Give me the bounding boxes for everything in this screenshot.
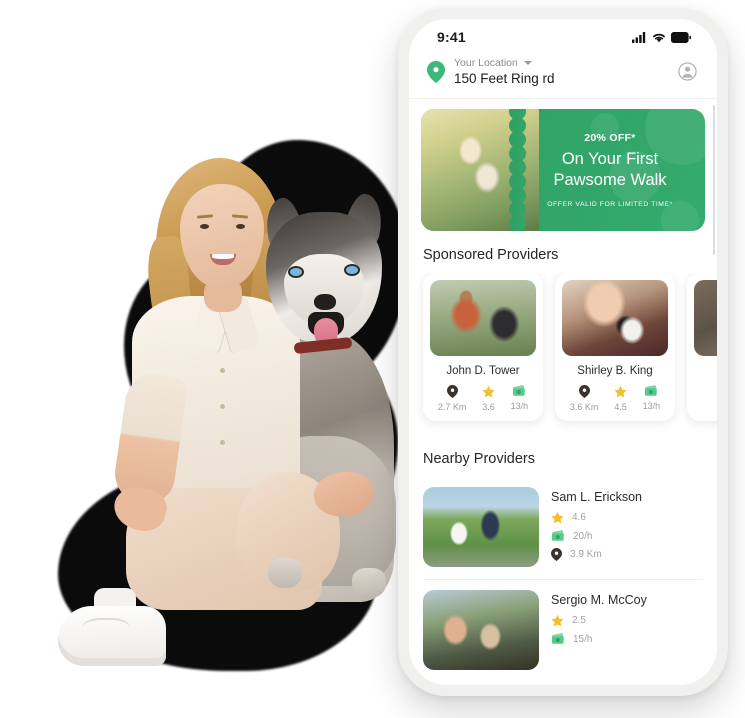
husky-paw (268, 558, 302, 588)
provider-photo (423, 590, 539, 670)
woman-eye (200, 224, 209, 229)
woman-teeth (212, 254, 234, 259)
woman-eye (236, 224, 245, 229)
husky-paw (352, 568, 386, 598)
location-header[interactable]: Your Location 150 Feet Ring rd (409, 53, 717, 99)
metric-value: 2.7 Km (437, 402, 467, 412)
bottom-nav: Home (409, 677, 717, 685)
star-icon (614, 385, 627, 398)
nearby-list-item[interactable]: Sam L. Erickson 4.6 20/h 3.9 Km (423, 477, 703, 580)
shirt-button (220, 368, 225, 373)
money-icon (552, 530, 564, 541)
star-icon (482, 385, 495, 398)
provider-name: Sam L. Erickson (551, 490, 643, 504)
nearby-section-title: Nearby Providers (423, 451, 536, 467)
provider-name: John D. Tower (446, 365, 520, 377)
signal-icon (632, 31, 646, 43)
banner-line1: On Your First (561, 149, 659, 168)
metric-value: 2.5 (572, 615, 586, 626)
phone-mockup: 9:41 Your Location 150 Feet Ring rd 20% … (398, 8, 728, 696)
banner-text-block: 20% OFF* On Your First Pawsome Walk OFFE… (515, 109, 705, 231)
sponsored-section-title: Sponsored Providers (423, 247, 559, 263)
location-label: Your Location (454, 57, 518, 69)
metric-distance: 2.7 Km (437, 385, 467, 412)
status-bar-icons (632, 31, 691, 43)
location-address: 150 Feet Ring rd (454, 71, 555, 86)
star-icon (551, 614, 564, 627)
metric-value: 13/h (510, 401, 529, 411)
metric-rating: 4.6 (551, 511, 703, 524)
metric-rating: 2.5 (551, 614, 703, 627)
husky-eye (346, 266, 358, 274)
battery-icon (671, 31, 691, 43)
metric-rating: 3.6 (482, 385, 495, 412)
sponsored-card[interactable]: John D. Tower 2.7 Km 3.6 13/h (423, 273, 543, 421)
provider-name: Sergio M. McCoy (551, 593, 647, 607)
shirt-button (220, 440, 225, 445)
location-texts: Your Location 150 Feet Ring rd (454, 57, 678, 86)
metric-value: 4.5 (614, 402, 627, 412)
sponsored-card[interactable]: Shirley B. King 3.6 Km 4.5 13/h (555, 273, 675, 421)
wifi-icon (653, 33, 665, 42)
provider-name: Shirley B. King (577, 365, 653, 377)
location-pin-icon (578, 385, 590, 398)
nearby-list: Sam L. Erickson 4.6 20/h 3.9 Km Sergio M… (409, 477, 717, 677)
status-bar: 9:41 (409, 19, 717, 53)
metric-price: 13/h (642, 385, 661, 412)
sponsored-card[interactable]: 1. (687, 273, 717, 421)
promo-banner[interactable]: 20% OFF* On Your First Pawsome Walk OFFE… (421, 109, 705, 231)
metric-value: 4.6 (572, 512, 586, 523)
provider-metrics: 2.7 Km 3.6 13/h (430, 385, 536, 412)
location-pin-icon (446, 385, 458, 398)
user-avatar-icon[interactable] (678, 62, 697, 81)
chevron-down-icon[interactable] (523, 61, 532, 65)
banner-discount: 20% OFF* (584, 131, 636, 144)
status-bar-clock: 9:41 (437, 29, 466, 45)
location-label-row[interactable]: Your Location (454, 57, 678, 69)
provider-photo (423, 487, 539, 567)
metric-value: 3.6 Km (569, 402, 599, 412)
provider-info: Sergio M. McCoy 2.5 15/h (551, 590, 703, 670)
star-icon (551, 511, 564, 524)
phone-screen: 9:41 Your Location 150 Feet Ring rd 20% … (409, 19, 717, 685)
content-scroll-area[interactable]: 20% OFF* On Your First Pawsome Walk OFFE… (409, 99, 717, 677)
banner-line2: Pawsome Walk (553, 171, 667, 189)
provider-photo (562, 280, 668, 356)
metric-value: 13/h (642, 401, 661, 411)
location-pin-icon (551, 548, 562, 561)
money-icon (513, 385, 526, 396)
metric-price: 15/h (551, 633, 703, 645)
provider-metrics: 3.6 Km 4.5 13/h (562, 385, 668, 412)
money-icon (552, 633, 564, 644)
metric-price: 13/h (510, 385, 529, 412)
scrollbar[interactable] (712, 105, 715, 255)
husky-nose (314, 294, 336, 310)
metric-rating: 4.5 (614, 385, 627, 412)
provider-info: Sam L. Erickson 4.6 20/h 3.9 Km (551, 487, 703, 567)
provider-metrics: 1. (694, 365, 717, 392)
shirt-button (220, 404, 225, 409)
provider-photo (430, 280, 536, 356)
sponsored-carousel[interactable]: John D. Tower 2.7 Km 3.6 13/h Shirley B.… (409, 273, 717, 435)
husky-eye (290, 268, 302, 276)
location-pin-icon (427, 60, 445, 83)
money-icon (645, 385, 658, 396)
metric-value: 3.9 Km (570, 549, 602, 560)
metric-value: 3.6 (482, 402, 495, 412)
hero-photo (28, 136, 408, 676)
nearby-list-item[interactable]: Sergio M. McCoy 2.5 15/h (423, 580, 703, 677)
metric-distance: 3.6 Km (569, 385, 599, 412)
metric-value: 20/h (573, 530, 593, 542)
metric-distance: 3.9 Km (551, 548, 703, 561)
sneaker-laces (82, 618, 130, 642)
metric-price: 20/h (551, 530, 703, 542)
banner-note: OFFER VALID FOR LIMITED TIME* (547, 201, 673, 209)
provider-photo (694, 280, 717, 356)
metric-value: 15/h (573, 633, 593, 645)
promo-banner-wrap: 20% OFF* On Your First Pawsome Walk OFFE… (409, 99, 717, 231)
